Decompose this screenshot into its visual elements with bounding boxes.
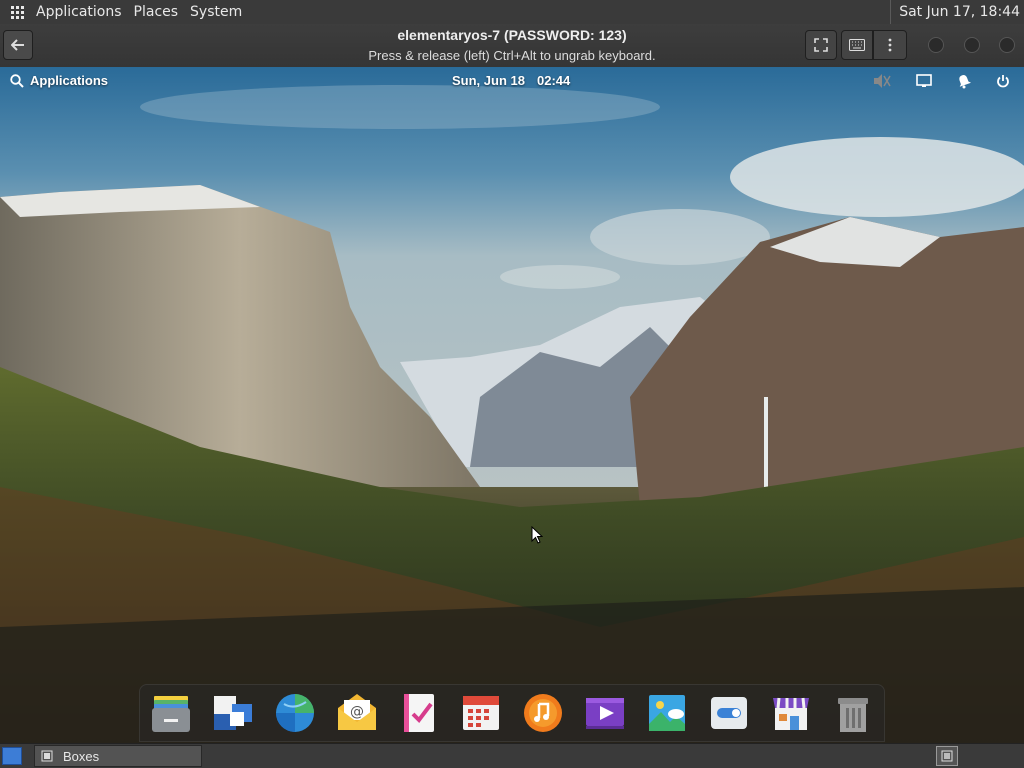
- boxes-header-bar: elementaryos-7 (PASSWORD: 123) Press & r…: [0, 24, 1024, 68]
- mail-icon[interactable]: @: [335, 691, 379, 735]
- calendar-icon[interactable]: [459, 691, 503, 735]
- web-browser-icon[interactable]: [273, 691, 317, 735]
- power-icon[interactable]: [994, 72, 1012, 90]
- wallpaper: [0, 67, 1024, 743]
- close-button[interactable]: [999, 37, 1015, 53]
- guest-desktop[interactable]: Applications Sun, Jun 18 02:44 @: [0, 67, 1024, 743]
- guest-time[interactable]: 02:44: [537, 73, 570, 88]
- host-top-panel: Applications Places System Sat Jun 17, 1…: [0, 0, 1024, 24]
- notifications-icon[interactable]: [955, 72, 973, 90]
- fullscreen-icon: [814, 38, 828, 52]
- menu-system[interactable]: System: [184, 0, 248, 24]
- guest-top-panel: Applications Sun, Jun 18 02:44: [0, 67, 1024, 95]
- appcenter-icon[interactable]: [769, 691, 813, 735]
- photos-icon[interactable]: [645, 691, 689, 735]
- workspace-switcher[interactable]: [936, 746, 958, 766]
- boxes-app-icon: [41, 750, 53, 762]
- sound-muted-icon[interactable]: [873, 72, 891, 90]
- task-button-boxes[interactable]: Boxes: [34, 745, 202, 767]
- task-label: Boxes: [63, 748, 100, 764]
- files-icon[interactable]: [149, 691, 193, 735]
- host-clock[interactable]: Sat Jun 17, 18:44: [890, 0, 1020, 24]
- keyboard-icon: [849, 39, 865, 51]
- app-grid-icon[interactable]: [4, 0, 30, 24]
- show-desktop-button[interactable]: [2, 747, 22, 765]
- fullscreen-button[interactable]: [805, 30, 837, 60]
- mouse-pointer-icon: [531, 526, 543, 544]
- menu-applications[interactable]: Applications: [30, 0, 128, 24]
- multitasking-view-icon[interactable]: [211, 691, 255, 735]
- more-vertical-icon: [888, 38, 892, 52]
- workspace-icon: [941, 750, 953, 762]
- guest-applications-button[interactable]: Applications: [10, 73, 108, 88]
- host-taskbar: Boxes: [0, 743, 1024, 768]
- search-icon: [10, 73, 24, 88]
- maximize-button[interactable]: [964, 37, 980, 53]
- menu-button[interactable]: [873, 30, 907, 60]
- music-icon[interactable]: [521, 691, 565, 735]
- videos-icon[interactable]: [583, 691, 627, 735]
- keyboard-button[interactable]: [841, 30, 873, 60]
- tasks-icon[interactable]: [397, 691, 441, 735]
- display-icon[interactable]: [915, 72, 933, 90]
- svg-text:@: @: [350, 704, 364, 720]
- system-settings-icon[interactable]: [707, 691, 751, 735]
- minimize-button[interactable]: [928, 37, 944, 53]
- dock: @: [139, 684, 885, 742]
- guest-date[interactable]: Sun, Jun 18: [452, 73, 525, 88]
- guest-applications-label: Applications: [30, 73, 109, 88]
- trash-icon[interactable]: [831, 691, 875, 735]
- menu-places[interactable]: Places: [128, 0, 185, 24]
